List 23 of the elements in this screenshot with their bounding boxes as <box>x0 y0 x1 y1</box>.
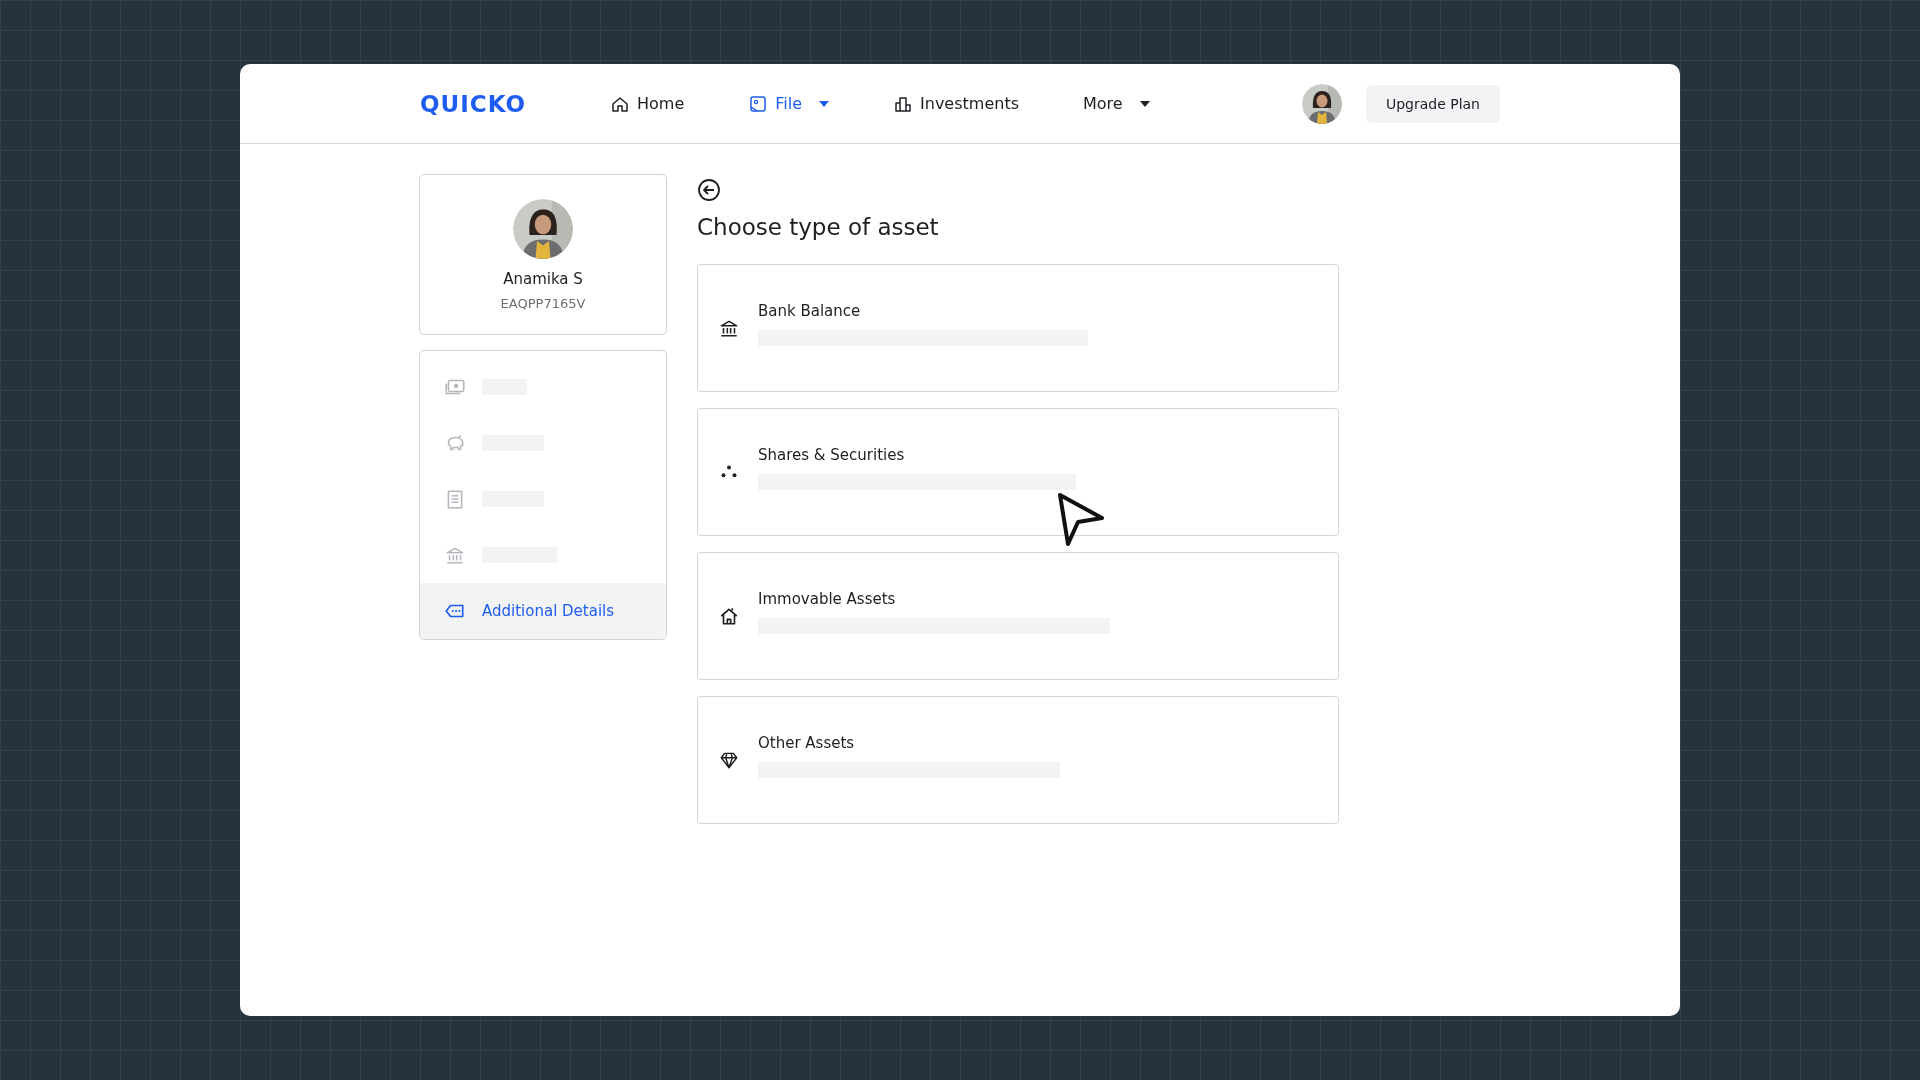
sidebar-item[interactable]: Additional Details <box>420 583 666 639</box>
user-name: Anamika S <box>503 270 583 288</box>
asset-option-card[interactable]: Shares & Securities <box>697 408 1339 536</box>
nav-tab[interactable]: Home <box>600 87 695 120</box>
asset-option-card[interactable]: Other Assets <box>697 696 1339 824</box>
asset-option-card[interactable]: Immovable Assets <box>697 552 1339 680</box>
back-icon[interactable] <box>697 178 721 202</box>
logo[interactable]: QUICKO <box>420 90 600 117</box>
nav-tab[interactable]: Investments <box>883 87 1029 120</box>
nav-tab[interactable]: File <box>738 87 840 120</box>
nav-tab[interactable]: More <box>1073 87 1160 120</box>
asset-option-card[interactable]: Bank Balance <box>697 264 1339 392</box>
page-title: Choose type of asset <box>697 214 940 240</box>
option-label: Shares & Securities <box>758 446 906 464</box>
sidebar-link[interactable]: Additional Details <box>482 602 615 620</box>
picture-frame-icon <box>748 93 769 114</box>
cursor-icon <box>1056 492 1106 548</box>
pan-number: EAQPP7165V <box>500 296 586 311</box>
option-label: Other Assets <box>758 734 856 752</box>
house-icon <box>718 605 740 627</box>
upgrade-plan-button[interactable]: Upgrade Plan <box>1365 84 1500 123</box>
option-label: Bank Balance <box>758 302 862 320</box>
option-label: Immovable Assets <box>758 590 897 608</box>
